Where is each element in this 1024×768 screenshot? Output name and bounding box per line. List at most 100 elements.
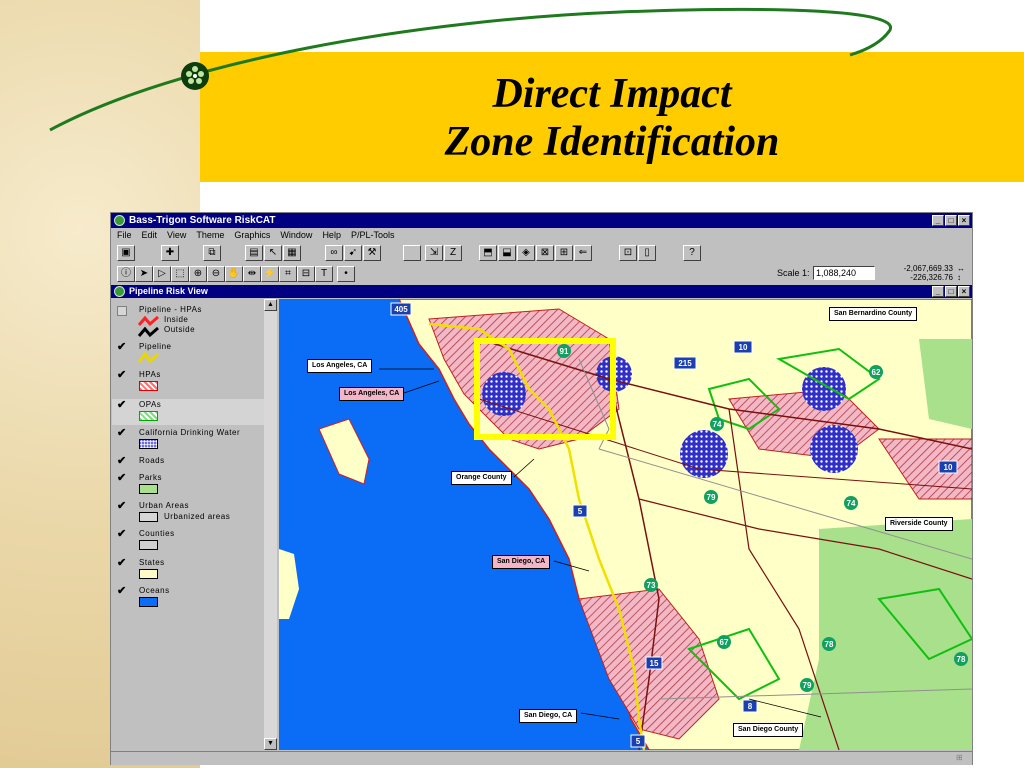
map-view[interactable]: 405 91 10 215 62 74 79 74 5 73 67 78 79 … — [279, 299, 972, 750]
window-titlebar[interactable]: Bass-Trigon Software RiskCAT _ □ × — [111, 213, 972, 228]
highway-shield-icon: 74 — [844, 496, 858, 510]
coord-arrows-icon: ↔ ↕ — [957, 264, 965, 282]
hammer-icon[interactable]: ⚒ — [363, 245, 381, 261]
checkmark-icon[interactable]: ✔ — [117, 456, 127, 467]
text-tool-icon[interactable]: T — [315, 266, 333, 282]
highway-shield-icon: 78 — [822, 637, 836, 651]
checkmark-icon[interactable]: ✔ — [117, 342, 127, 353]
copy-icon[interactable]: ⧉ — [203, 245, 221, 261]
select-clear-icon[interactable]: ⇲ — [425, 245, 443, 261]
zoom-full-icon[interactable]: ⊠ — [536, 245, 554, 261]
zoom-z-icon[interactable]: Z — [444, 245, 462, 261]
maximize-button[interactable]: □ — [945, 215, 957, 226]
menu-graphics[interactable]: Graphics — [234, 228, 270, 242]
calculator-icon[interactable]: ▦ — [283, 245, 301, 261]
minimize-button[interactable]: _ — [932, 215, 944, 226]
binoculars-icon[interactable]: ∞ — [325, 245, 343, 261]
layer-up-icon[interactable]: ⬒ — [479, 245, 497, 261]
pointer-icon[interactable]: ➤ — [135, 266, 153, 282]
label-los-angeles-pink: Los Angeles, CA — [339, 387, 405, 401]
area-icon[interactable]: ⊟ — [297, 266, 315, 282]
menu-view[interactable]: View — [167, 228, 186, 242]
checkmark-icon[interactable]: ✔ — [117, 370, 127, 381]
svg-text:79: 79 — [707, 493, 716, 502]
menu-theme[interactable]: Theme — [196, 228, 224, 242]
resize-grip-icon[interactable]: ⊞ — [956, 753, 968, 763]
zoom-out-icon[interactable]: ⊖ — [207, 266, 225, 282]
child-maximize-button[interactable]: □ — [945, 286, 957, 297]
layout-icon[interactable]: ⊡ — [619, 245, 637, 261]
highway-shield-icon: 73 — [644, 578, 658, 592]
svg-text:5: 5 — [636, 737, 641, 746]
pan-hand-icon[interactable]: ✋ — [225, 266, 243, 282]
menu-edit[interactable]: Edit — [142, 228, 158, 242]
point-tool-icon[interactable]: • — [337, 266, 355, 282]
query-icon[interactable]: ↖ — [264, 245, 282, 261]
title-line-1: Direct Impact — [492, 71, 732, 117]
menu-file[interactable]: File — [117, 228, 132, 242]
interstate-shield-icon: 5 — [572, 504, 588, 518]
view-globe-icon — [114, 286, 125, 297]
zoom-in-icon[interactable]: ⊕ — [189, 266, 207, 282]
menu-help[interactable]: Help — [322, 228, 341, 242]
checkmark-icon[interactable]: ✔ — [117, 400, 127, 411]
interstate-shield-icon: 215 — [673, 356, 697, 370]
layer-edit-icon[interactable]: ◈ — [517, 245, 535, 261]
app-globe-icon — [114, 215, 125, 226]
highway-shield-icon: 67 — [717, 635, 731, 649]
highway-shield-icon: 79 — [704, 490, 718, 504]
zoom-extent-icon[interactable]: ⊞ — [555, 245, 573, 261]
info-icon[interactable]: ⓘ — [117, 266, 135, 282]
label-icon[interactable]: ⌗ — [279, 266, 297, 282]
label-san-diego-white: San Diego, CA — [519, 709, 578, 723]
vertex-icon[interactable]: ▷ — [153, 266, 171, 282]
interstate-shield-icon: 405 — [390, 302, 412, 316]
select-box-icon[interactable]: ⬚ — [171, 266, 189, 282]
label-san-diego-county: San Diego County — [733, 723, 804, 737]
parks-swatch — [139, 484, 158, 494]
hotlink-icon[interactable]: ⚡ — [261, 266, 279, 282]
blank-tool-icon[interactable] — [403, 245, 421, 261]
child-titlebar[interactable]: Pipeline Risk View _ □ × — [111, 285, 972, 298]
title-line-2: Zone Identification — [444, 119, 780, 165]
window-icon[interactable]: ▯ — [638, 245, 656, 261]
checkmark-icon[interactable]: ✔ — [117, 473, 127, 484]
riskcat-window: Bass-Trigon Software RiskCAT _ □ × File … — [110, 212, 973, 765]
add-theme-icon[interactable]: ✚ — [161, 245, 179, 261]
checkmark-icon[interactable]: ✔ — [117, 558, 127, 569]
checkmark-icon[interactable]: ✔ — [117, 529, 127, 540]
pipeline-hpas-swatch — [137, 316, 159, 338]
child-close-button[interactable]: × — [958, 286, 970, 297]
opas-swatch — [139, 411, 158, 421]
svg-text:78: 78 — [825, 640, 834, 649]
legend-item-opas[interactable]: ✔ OPAs — [112, 399, 264, 425]
checkmark-icon[interactable]: ✔ — [117, 501, 127, 512]
menu-bar: File Edit View Theme Graphics Window Hel… — [111, 228, 972, 242]
help-icon[interactable]: ? — [683, 245, 701, 261]
interstate-shield-icon: 10 — [733, 340, 753, 354]
counties-swatch — [139, 540, 158, 550]
svg-text:79: 79 — [803, 681, 812, 690]
svg-text:67: 67 — [720, 638, 729, 647]
svg-text:74: 74 — [713, 420, 722, 429]
scale-input[interactable]: 1,088,240 — [813, 266, 875, 280]
locate-icon[interactable]: ➹ — [344, 245, 362, 261]
save-icon[interactable]: ▣ — [117, 245, 135, 261]
back-icon[interactable]: ⇐ — [574, 245, 592, 261]
svg-text:215: 215 — [678, 359, 692, 368]
checkmark-icon[interactable]: ✔ — [117, 428, 127, 439]
checkbox[interactable] — [117, 306, 127, 316]
legend-scrollbar[interactable]: ▲ ▼ — [264, 299, 277, 750]
menu-pipeline-tools[interactable]: P/PL-Tools — [351, 228, 395, 242]
scroll-down-icon[interactable]: ▼ — [264, 738, 277, 750]
close-button[interactable]: × — [958, 215, 970, 226]
measure-icon[interactable]: ⇹ — [243, 266, 261, 282]
label-orange-county: Orange County — [451, 471, 512, 485]
table-icon[interactable]: ▤ — [245, 245, 263, 261]
menu-window[interactable]: Window — [280, 228, 312, 242]
child-minimize-button[interactable]: _ — [932, 286, 944, 297]
scroll-up-icon[interactable]: ▲ — [264, 299, 277, 311]
table-of-contents: Pipeline - HPAs Inside Outside ✔ Pipelin… — [112, 299, 265, 750]
checkmark-icon[interactable]: ✔ — [117, 586, 127, 597]
layer-down-icon[interactable]: ⬓ — [498, 245, 516, 261]
